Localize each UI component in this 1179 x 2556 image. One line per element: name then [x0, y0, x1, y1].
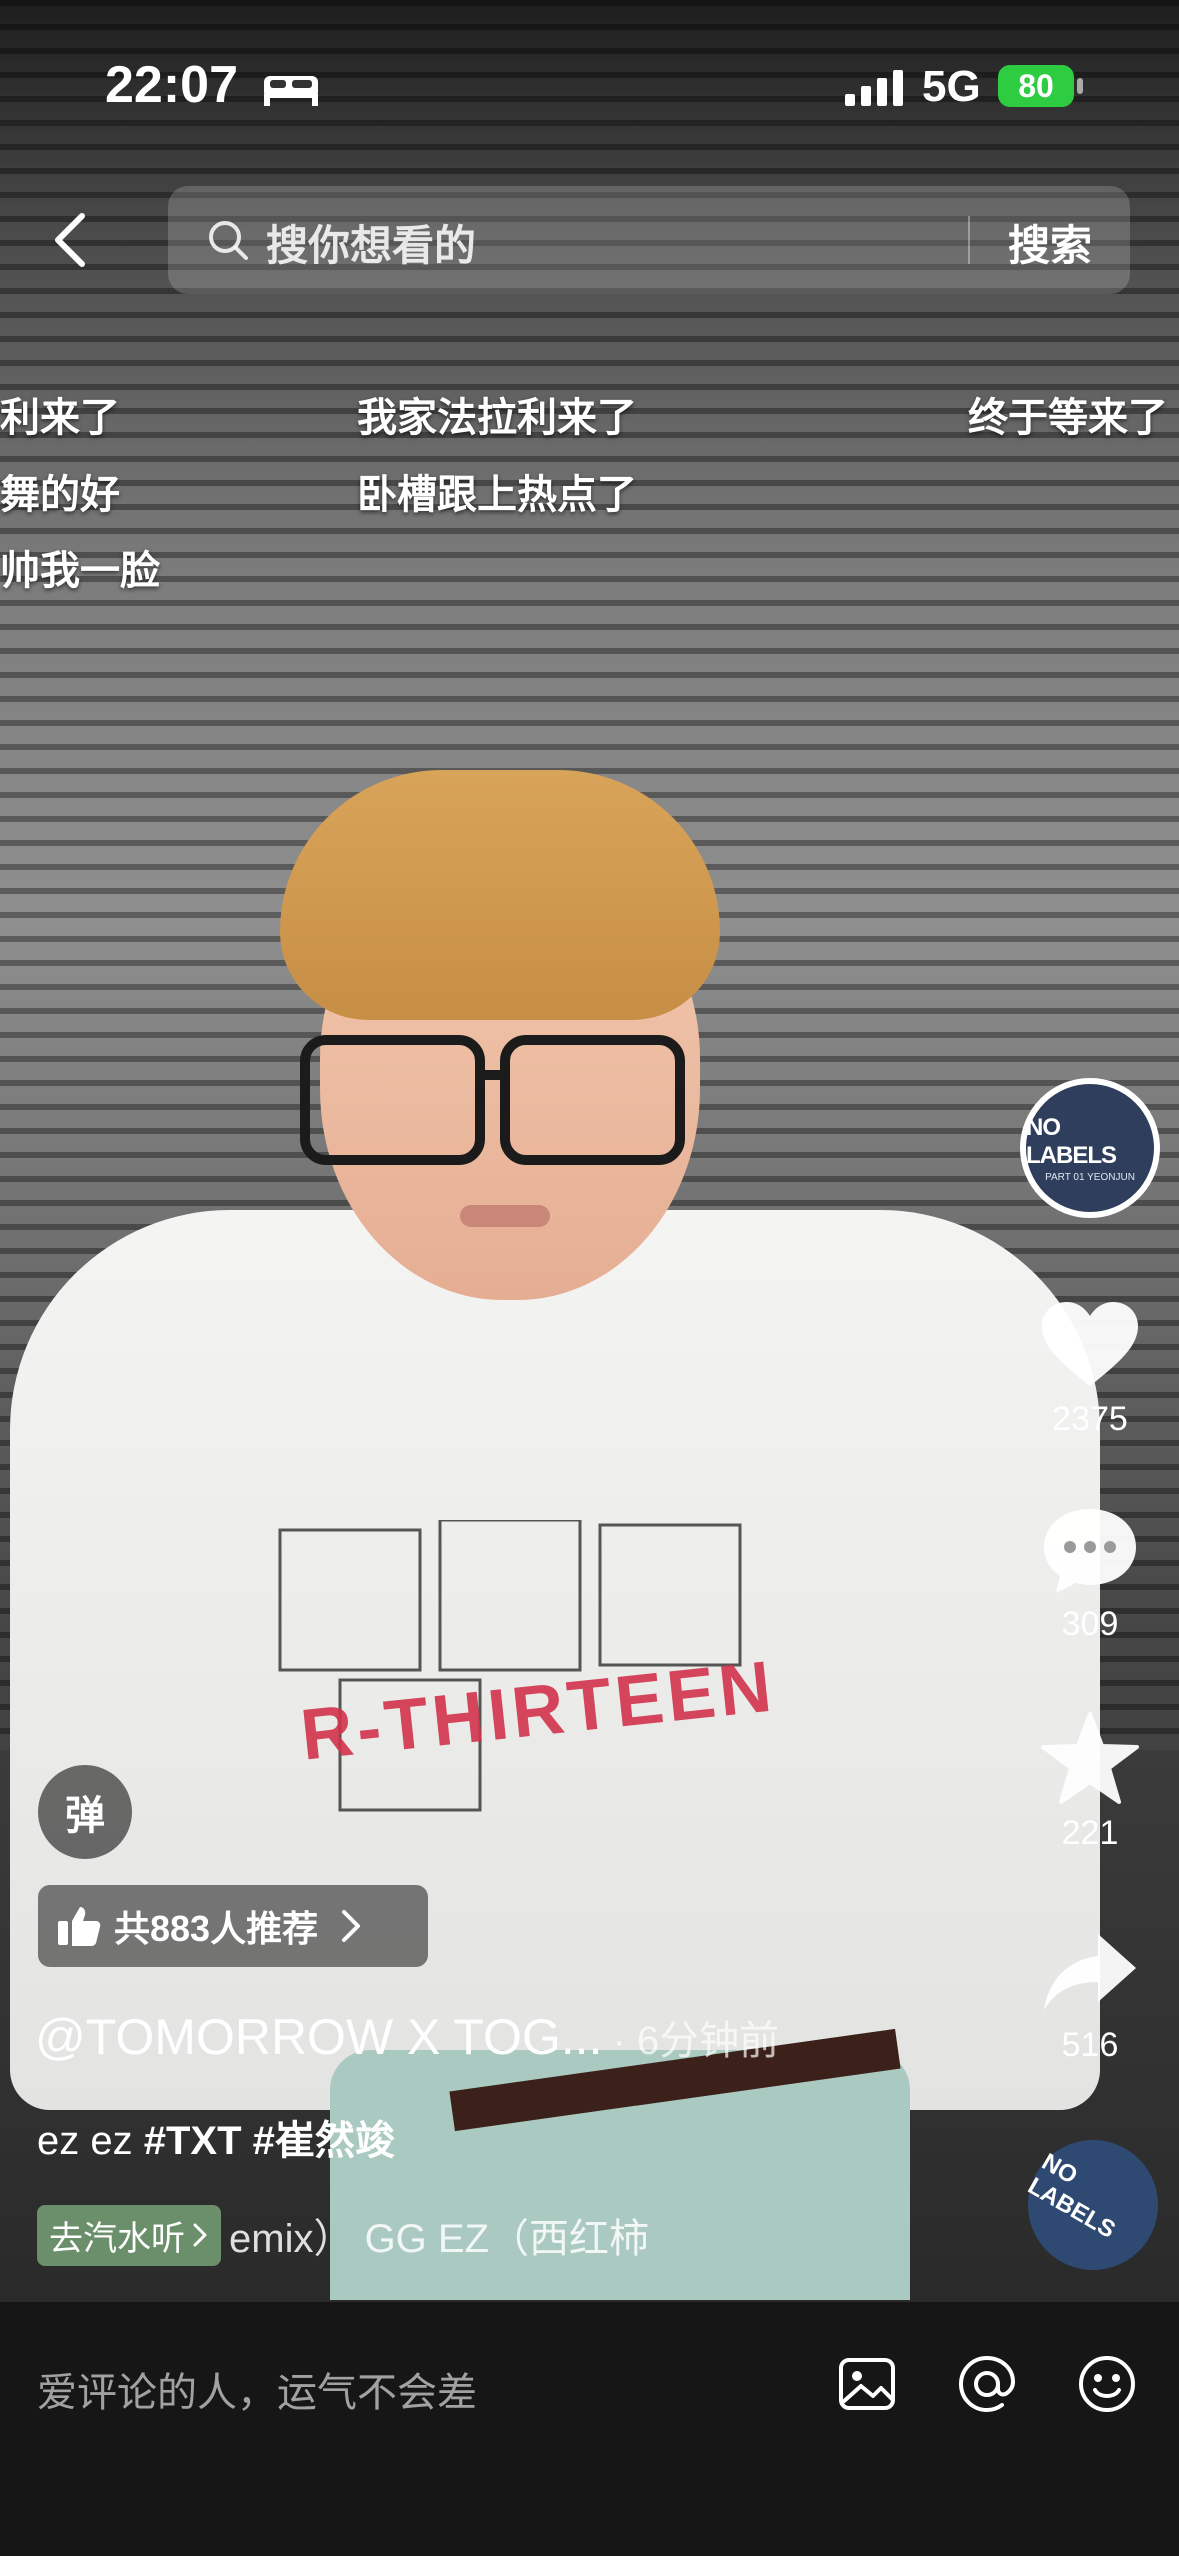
person-hair [280, 770, 720, 1020]
share-button[interactable]: 516 [1030, 1930, 1150, 2065]
video-caption: ez ez #TXT #崔然竣 [37, 2108, 395, 2166]
network-type: 5G [922, 62, 981, 111]
listen-in-qishui-button[interactable]: 去汽水听 [37, 2204, 221, 2266]
danmaku-comment: 舞的好 [0, 473, 120, 517]
sleep-mode-icon [264, 76, 318, 106]
music-disc-label: NO LABELS [1023, 2148, 1120, 2244]
glasses-bridge [475, 1070, 505, 1080]
back-button[interactable] [40, 200, 100, 280]
chevron-right-icon [193, 2223, 207, 2247]
comment-input[interactable]: 爱评论的人，运气不会差 [37, 2360, 477, 2418]
search-divider [968, 216, 970, 264]
person-mouth [460, 1205, 550, 1227]
danmaku-comment: 我家法拉利来了 [357, 396, 637, 440]
share-arrow-icon [1044, 1934, 1136, 2010]
glasses-left-lens [300, 1035, 485, 1165]
avatar-title: NO LABELS [1026, 1113, 1117, 1169]
danmaku-comment: 卧槽跟上热点了 [357, 473, 637, 517]
danmaku-toggle-button[interactable]: 弹 [38, 1765, 132, 1859]
chevron-left-icon [55, 213, 85, 267]
video-screen: R-THIRTEEN 22:07 5G 80 搜你想看的 搜索 利来了 我家法拉… [0, 0, 1179, 2556]
danmaku-comment: 利来了 [0, 396, 120, 440]
battery-icon: 80 [998, 65, 1074, 107]
caption-text: ez ez [37, 2119, 144, 2163]
favorite-button[interactable]: 221 [1030, 1712, 1150, 1853]
search-bar[interactable]: 搜你想看的 搜索 [168, 186, 1130, 294]
comment-button[interactable]: 309 [1030, 1505, 1150, 1644]
comment-count: 309 [1061, 1605, 1119, 1643]
recommend-badge[interactable]: 共883人推荐 [38, 1885, 428, 1967]
music-tag-label: 去汽水听 [49, 2219, 185, 2258]
search-button[interactable]: 搜索 [1008, 212, 1092, 273]
danmaku-comment: 帅我一脸 [0, 549, 160, 593]
mention-icon[interactable] [955, 2352, 1019, 2416]
search-icon [209, 221, 248, 260]
avatar-subtitle: PART 01 YEONJUN [1045, 1171, 1135, 1183]
like-button[interactable]: 2375 [1030, 1300, 1150, 1439]
comment-bubble-icon [1044, 1509, 1136, 1593]
battery-tip [1077, 78, 1083, 94]
image-icon[interactable] [835, 2352, 899, 2416]
author-avatar[interactable]: NO LABELS PART 01 YEONJUN [1020, 1078, 1160, 1218]
status-time: 22:07 [105, 56, 238, 114]
star-icon [1041, 1712, 1139, 1804]
author-line: @TOMORROW X TOG... · 6分钟前 [35, 2008, 779, 2066]
emoji-icon[interactable] [1075, 2352, 1139, 2416]
post-time: · 6分钟前 [612, 2019, 780, 2063]
chevron-right-icon [342, 1910, 361, 1942]
share-count: 516 [1061, 2026, 1119, 2064]
thumbs-up-icon [58, 1907, 101, 1946]
author-name[interactable]: @TOMORROW X TOG... [35, 2009, 602, 2065]
heart-icon [1042, 1302, 1138, 1386]
comment-bar: 爱评论的人，运气不会差 [0, 2300, 1179, 2556]
caption-hashtags[interactable]: #TXT #崔然竣 [144, 2119, 395, 2163]
danmaku-toggle-label: 弹 [65, 1794, 105, 1838]
recommend-text: 共883人推荐 [114, 1908, 319, 1949]
glasses-right-lens [500, 1035, 685, 1165]
status-bar: 22:07 5G 80 [0, 0, 1179, 170]
like-count: 2375 [1052, 1400, 1128, 1438]
music-row[interactable]: 去汽水听 emix） GG EZ（西红柿 [37, 2204, 650, 2266]
signal-icon [845, 70, 903, 106]
favorite-count: 221 [1061, 1814, 1119, 1852]
danmaku-comment: 终于等来了 [968, 396, 1168, 440]
search-input[interactable]: 搜你想看的 [266, 212, 476, 273]
music-title-marquee: emix） GG EZ（西红柿 [229, 2217, 650, 2261]
